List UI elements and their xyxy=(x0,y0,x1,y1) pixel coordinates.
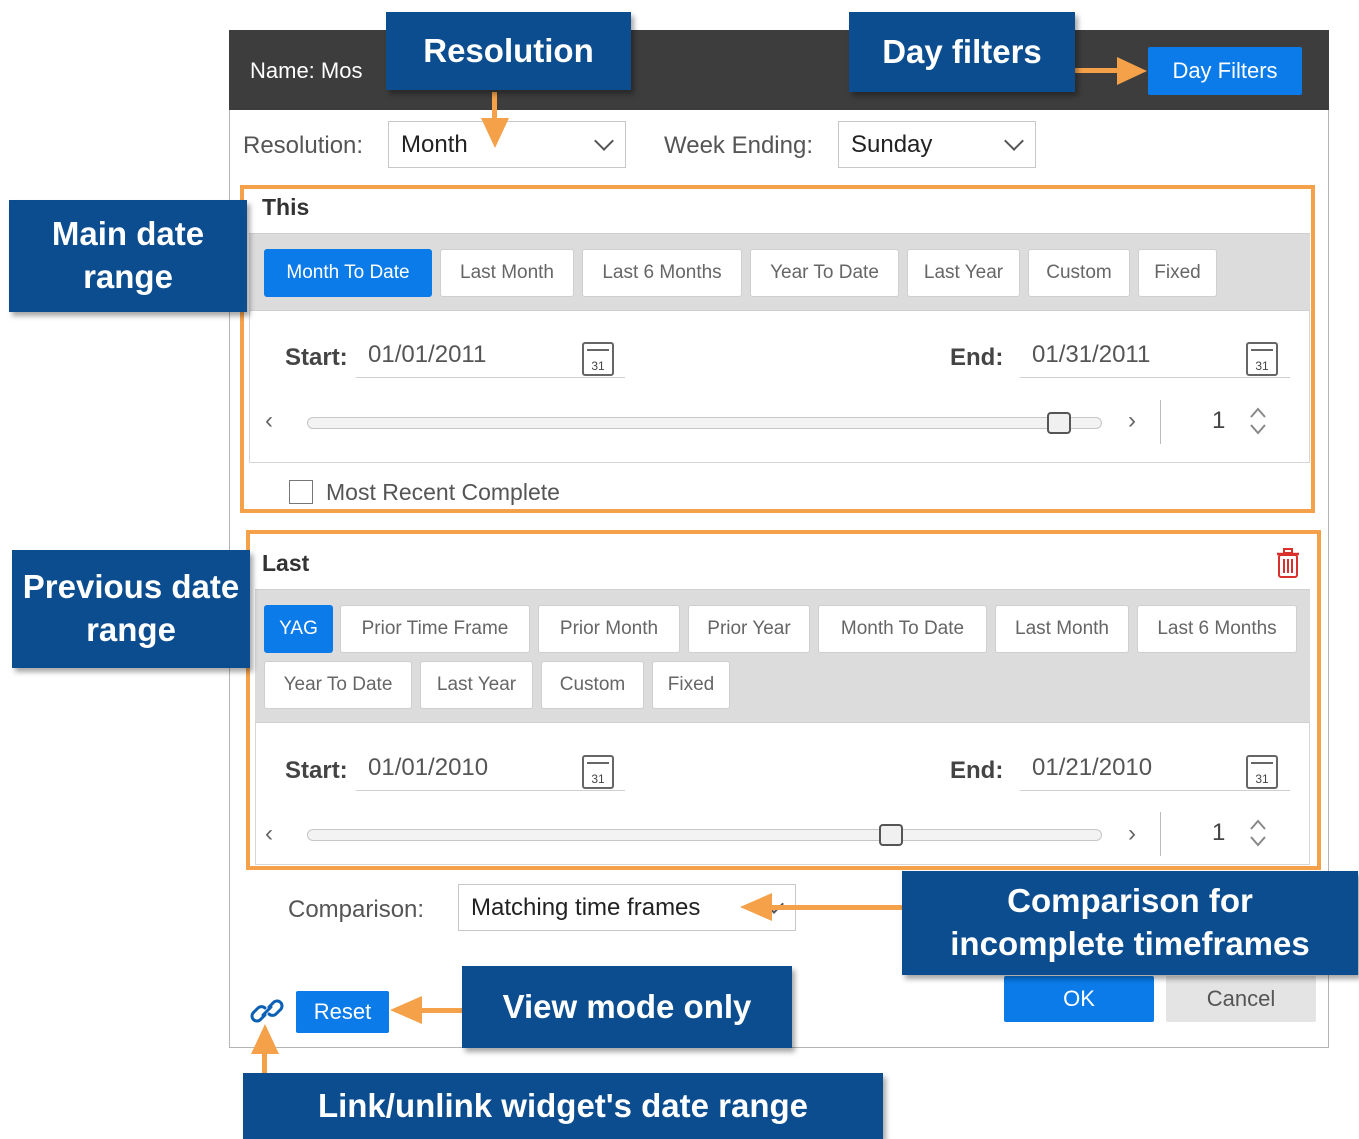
chevron-down-icon xyxy=(1004,130,1024,151)
callout-view-mode: View mode only xyxy=(462,966,792,1048)
last-end-label: End: xyxy=(950,757,1004,784)
arrow-down-icon xyxy=(481,118,509,148)
resolution-label: Resolution: xyxy=(243,132,364,159)
week-ending-select[interactable]: Sunday xyxy=(838,121,1036,168)
last-range-slider-track[interactable] xyxy=(307,829,1102,841)
arrow-up-icon xyxy=(251,1024,279,1054)
last-preset-fixed[interactable]: Fixed xyxy=(652,661,730,709)
divider xyxy=(1160,812,1161,856)
slider-prev-button[interactable]: ‹ xyxy=(265,407,273,435)
last-preset-prior-time-frame[interactable]: Prior Time Frame xyxy=(340,605,530,653)
comparison-label: Comparison: xyxy=(288,896,425,923)
reset-button[interactable]: Reset xyxy=(296,991,389,1033)
this-preset-fixed[interactable]: Fixed xyxy=(1138,249,1217,297)
chevron-down-icon xyxy=(594,130,614,151)
this-section-title: This xyxy=(262,194,310,220)
slider-next-button[interactable]: › xyxy=(1128,407,1136,435)
day-filters-button[interactable]: Day Filters xyxy=(1148,47,1302,95)
last-preset-year-to-date[interactable]: Year To Date xyxy=(264,661,412,709)
cancel-button[interactable]: Cancel xyxy=(1166,976,1316,1022)
this-start-label: Start: xyxy=(285,344,348,371)
last-preset-last-month[interactable]: Last Month xyxy=(995,605,1129,653)
slider-next-button[interactable]: › xyxy=(1128,820,1136,848)
this-preset-month-to-date[interactable]: Month To Date xyxy=(264,249,432,297)
calendar-icon[interactable]: 31 xyxy=(582,755,614,789)
arrow-right-icon xyxy=(1117,57,1147,85)
calendar-icon[interactable]: 31 xyxy=(582,342,614,376)
slider-prev-button[interactable]: ‹ xyxy=(265,820,273,848)
last-end-input[interactable]: 01/21/2010 31 xyxy=(1020,749,1290,791)
this-end-label: End: xyxy=(950,344,1004,371)
divider xyxy=(1160,400,1161,444)
this-preset-last-month[interactable]: Last Month xyxy=(440,249,574,297)
last-section-title: Last xyxy=(262,550,310,576)
last-stepper-value[interactable]: 1 xyxy=(1212,819,1225,847)
comparison-value: Matching time frames xyxy=(471,893,701,921)
last-preset-custom[interactable]: Custom xyxy=(541,661,644,709)
last-preset-prior-month[interactable]: Prior Month xyxy=(538,605,680,653)
last-preset-prior-year[interactable]: Prior Year xyxy=(688,605,810,653)
calendar-icon[interactable]: 31 xyxy=(1246,342,1278,376)
callout-comparison: Comparison for incomplete timeframes xyxy=(902,871,1358,975)
this-date-panel xyxy=(249,311,1310,463)
last-end-value: 01/21/2010 xyxy=(1032,754,1153,781)
this-end-value: 01/31/2011 xyxy=(1032,341,1151,368)
last-start-value: 01/01/2010 xyxy=(368,754,489,781)
annotation-arrow xyxy=(770,905,902,910)
this-end-input[interactable]: 01/31/2011 31 xyxy=(1020,336,1290,378)
dialog-title: Name: Mos xyxy=(250,58,363,83)
last-preset-bar: YAG Prior Time Frame Prior Month Prior Y… xyxy=(255,589,1310,723)
last-start-input[interactable]: 01/01/2010 31 xyxy=(356,749,625,791)
callout-main-date-range: Main date range xyxy=(9,200,247,312)
callout-previous-date-range: Previous date range xyxy=(12,550,250,668)
annotation-arrow xyxy=(1075,68,1123,73)
resolution-value: Month xyxy=(401,130,468,158)
this-preset-custom[interactable]: Custom xyxy=(1028,249,1130,297)
annotation-arrow xyxy=(418,1008,464,1013)
trash-icon[interactable] xyxy=(1275,547,1301,579)
callout-link: Link/unlink widget's date range xyxy=(243,1073,883,1139)
most-recent-checkbox[interactable] xyxy=(289,480,313,504)
last-range-slider-thumb[interactable] xyxy=(879,824,903,846)
this-start-value: 01/01/2011 xyxy=(368,341,487,368)
week-ending-value: Sunday xyxy=(851,130,933,158)
this-range-slider-thumb[interactable] xyxy=(1047,412,1071,434)
stepper-updown-icon[interactable] xyxy=(1248,817,1268,849)
week-ending-label: Week Ending: xyxy=(664,132,813,159)
this-preset-last-year[interactable]: Last Year xyxy=(907,249,1020,297)
this-preset-year-to-date[interactable]: Year To Date xyxy=(750,249,899,297)
this-range-slider-track[interactable] xyxy=(307,417,1102,429)
this-stepper-value[interactable]: 1 xyxy=(1212,407,1225,435)
last-preset-last-year[interactable]: Last Year xyxy=(420,661,533,709)
last-date-panel xyxy=(255,723,1310,865)
stepper-updown-icon[interactable] xyxy=(1248,405,1268,437)
callout-resolution: Resolution xyxy=(386,12,631,90)
this-preset-last-6-months[interactable]: Last 6 Months xyxy=(582,249,742,297)
this-start-input[interactable]: 01/01/2011 31 xyxy=(356,336,625,378)
last-preset-yag[interactable]: YAG xyxy=(264,605,333,653)
arrow-left-icon xyxy=(740,893,772,921)
arrow-left-icon xyxy=(390,996,422,1024)
most-recent-label: Most Recent Complete xyxy=(326,479,560,505)
this-preset-bar: Month To Date Last Month Last 6 Months Y… xyxy=(249,233,1310,311)
ok-button[interactable]: OK xyxy=(1004,976,1154,1022)
calendar-icon[interactable]: 31 xyxy=(1246,755,1278,789)
last-start-label: Start: xyxy=(285,757,348,784)
last-preset-last-6-months[interactable]: Last 6 Months xyxy=(1137,605,1297,653)
callout-day-filters: Day filters xyxy=(849,12,1075,92)
last-preset-month-to-date[interactable]: Month To Date xyxy=(818,605,987,653)
